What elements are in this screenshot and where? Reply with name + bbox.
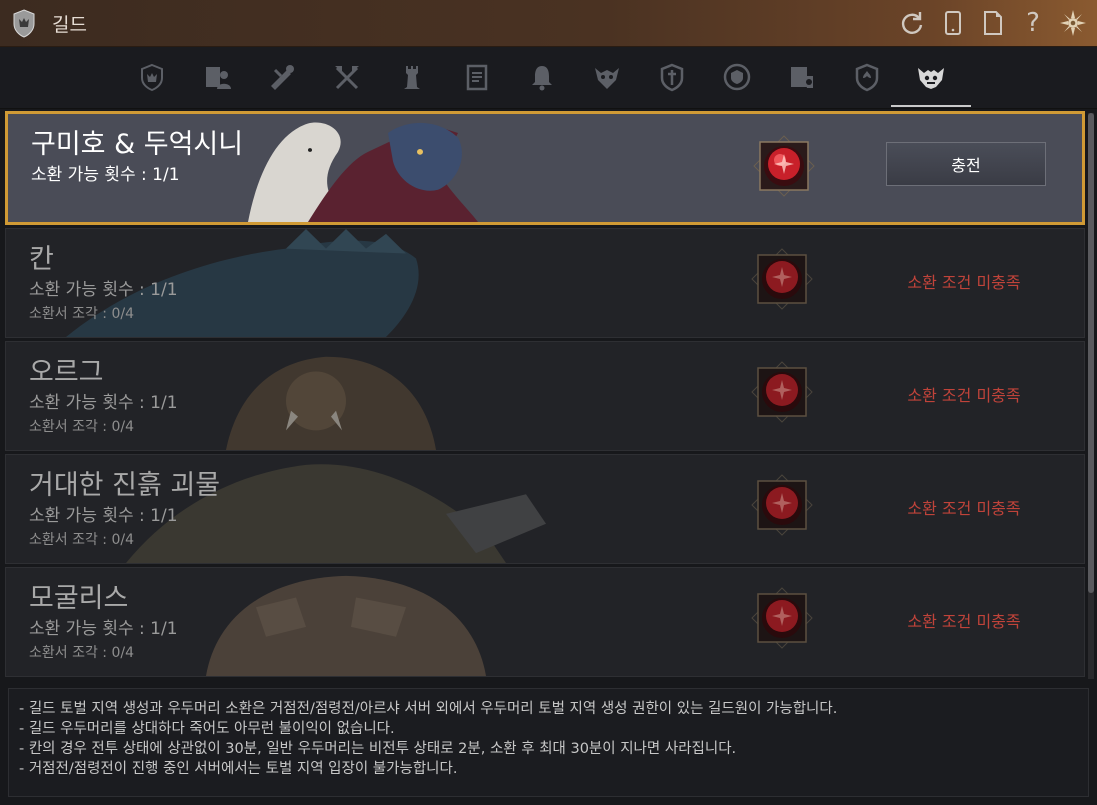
refresh-icon[interactable] (897, 8, 927, 38)
boss-row-org[interactable]: 오르그 소환 가능 횟수 : 1/1 소환서 조각 : 0/4 소환 조건 미충… (5, 341, 1085, 451)
demon-mask-icon (595, 68, 619, 89)
tab-badge[interactable] (717, 57, 757, 97)
help-icon[interactable]: ? (1018, 8, 1048, 38)
summon-gem-icon (753, 135, 815, 197)
summon-scroll-pieces: 소환서 조각 : 0/4 (29, 306, 134, 322)
summon-count: 소환 가능 횟수 : 1/1 (29, 280, 178, 300)
window-title: 길드 (52, 14, 87, 36)
contract-icon (791, 67, 813, 88)
summon-status: 소환 조건 미충족 (907, 612, 1021, 631)
settings-icon[interactable] (1058, 8, 1088, 38)
boss-name: 오르그 (29, 357, 104, 388)
summon-status: 소환 조건 미충족 (907, 273, 1021, 292)
phone-icon[interactable] (938, 8, 968, 38)
boss-name: 칸 (29, 244, 54, 275)
boss-name: 구미호 & 두억시니 (31, 129, 244, 160)
boss-list: 구미호 & 두억시니 소환 가능 횟수 : 1/1 충전 칸 소환 가능 횟수 … (3, 111, 1086, 679)
tab-demon-mask[interactable] (587, 57, 627, 97)
badge-icon (723, 63, 751, 91)
boss-row-mogulis[interactable]: 모굴리스 소환 가능 횟수 : 1/1 소환서 조각 : 0/4 소환 조건 미… (5, 567, 1085, 677)
notice-line: - 칸의 경우 전투 상태에 상관없이 30분, 일반 우두머리는 비전투 상태… (19, 741, 737, 757)
guild-crest-icon (141, 63, 163, 92)
scrollbar-thumb[interactable] (1088, 113, 1094, 593)
tab-crossed-axes[interactable] (327, 57, 367, 97)
summon-count: 소환 가능 횟수 : 1/1 (29, 619, 178, 639)
tab-notice-board[interactable] (457, 57, 497, 97)
title-bar: 길드 ? (0, 0, 1097, 47)
tab-scroll-quest[interactable] (262, 57, 302, 97)
boss-row-khan[interactable]: 칸 소환 가능 횟수 : 1/1 소환서 조각 : 0/4 소환 조건 미충족 (5, 228, 1085, 338)
notice-line: - 길드 우두머리를 상대하다 죽어도 아무런 불이익이 없습니다. (19, 721, 395, 737)
shield-sword-icon (660, 63, 684, 92)
charge-button[interactable]: 충전 (886, 142, 1046, 186)
tab-fleur-shield[interactable] (847, 57, 887, 97)
list-scrollbar[interactable] (1088, 113, 1094, 679)
crossed-axes-icon (335, 66, 359, 90)
summon-scroll-pieces: 소환서 조각 : 0/4 (29, 419, 134, 435)
tab-guild-crest[interactable] (132, 57, 172, 97)
boss-row-gumiho[interactable]: 구미호 & 두억시니 소환 가능 횟수 : 1/1 충전 (5, 111, 1085, 225)
summon-gem-icon (751, 361, 813, 423)
scroll-quest-icon (271, 65, 294, 90)
summon-status: 소환 조건 미충족 (907, 386, 1021, 405)
notice-box: - 길드 토벌 지역 생성과 우두머리 소환은 거점전/점령전/아르샤 서버 외… (8, 688, 1089, 797)
boss-row-mud-monster[interactable]: 거대한 진흙 괴물 소환 가능 횟수 : 1/1 소환서 조각 : 0/4 소환… (5, 454, 1085, 564)
tab-bar (0, 47, 1097, 109)
summon-scroll-pieces: 소환서 조각 : 0/4 (29, 532, 134, 548)
tab-contract[interactable] (782, 57, 822, 97)
summon-gem-icon (751, 474, 813, 536)
summon-status: 소환 조건 미충족 (907, 499, 1021, 518)
boss-name: 거대한 진흙 괴물 (29, 470, 221, 501)
summon-count: 소환 가능 횟수 : 1/1 (29, 393, 178, 413)
summon-scroll-pieces: 소환서 조각 : 0/4 (29, 645, 134, 661)
summon-count: 소환 가능 횟수 : 1/1 (31, 165, 180, 185)
notice-line: - 거점전/점령전이 진행 중인 서버에서는 토벌 지역 입장이 불가능합니다. (19, 761, 458, 777)
guild-emblem-icon (13, 9, 35, 38)
tower-icon (404, 66, 420, 89)
bell-icon (532, 66, 552, 91)
tab-guild-members[interactable] (197, 57, 237, 97)
tab-tower[interactable] (392, 57, 432, 97)
summon-gem-icon (751, 248, 813, 310)
tab-boss-summon[interactable] (891, 57, 971, 107)
boss-name: 모굴리스 (29, 583, 129, 614)
tab-bell[interactable] (522, 57, 562, 97)
notice-board-icon (466, 64, 488, 91)
fleur-shield-icon (855, 63, 879, 92)
boss-summon-icon (918, 68, 944, 89)
notice-line: - 길드 토벌 지역 생성과 우두머리 소환은 거점전/점령전/아르샤 서버 외… (19, 701, 838, 717)
guild-members-icon (206, 67, 231, 89)
summon-gem-icon (751, 587, 813, 649)
summon-count: 소환 가능 횟수 : 1/1 (29, 506, 178, 526)
tab-shield-sword[interactable] (652, 57, 692, 97)
document-icon[interactable] (978, 8, 1008, 38)
